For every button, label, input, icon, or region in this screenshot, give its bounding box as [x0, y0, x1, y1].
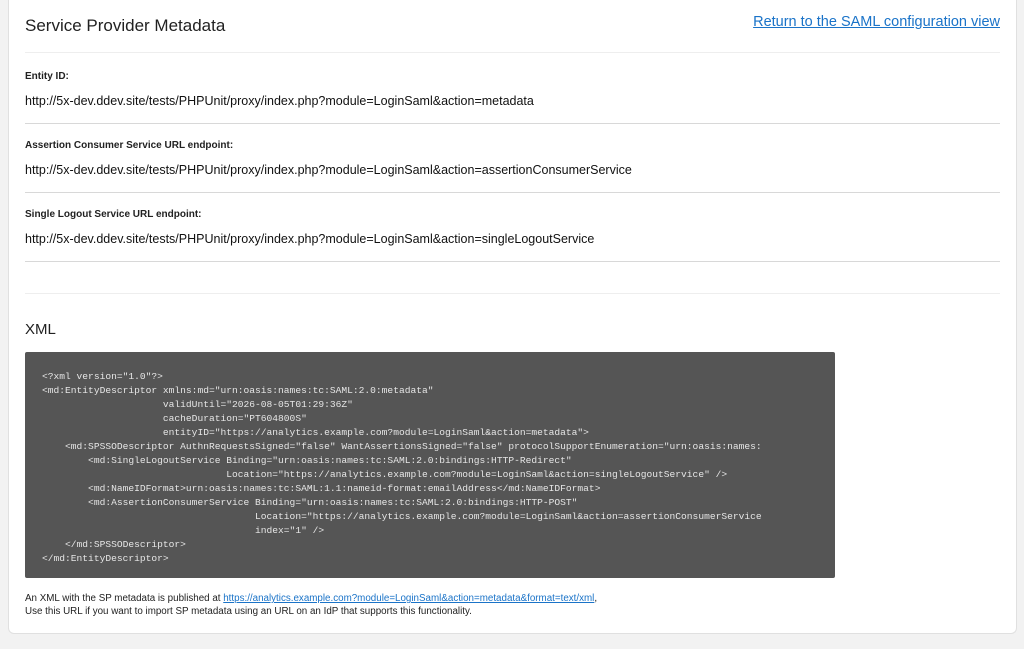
note-suffix: ,: [594, 593, 598, 604]
entity-id-field: Entity ID: http://5x-dev.ddev.site/tests…: [25, 52, 1000, 124]
metadata-card: Service Provider Metadata Return to the …: [8, 0, 1017, 634]
entity-id-value: http://5x-dev.ddev.site/tests/PHPUnit/pr…: [25, 94, 534, 108]
acs-endpoint-value: http://5x-dev.ddev.site/tests/PHPUnit/pr…: [25, 163, 632, 177]
metadata-xml-link[interactable]: https://analytics.example.com?module=Log…: [223, 593, 594, 604]
section-divider: [25, 293, 1000, 294]
note-line-2: Use this URL if you want to import SP me…: [25, 606, 472, 617]
acs-endpoint-label: Assertion Consumer Service URL endpoint:: [25, 140, 234, 151]
page-title: Service Provider Metadata: [25, 16, 226, 35]
entity-id-label: Entity ID:: [25, 71, 69, 82]
return-to-saml-config-link[interactable]: Return to the SAML configuration view: [753, 14, 1000, 30]
xml-section-title: XML: [25, 321, 56, 338]
slo-endpoint-field: Single Logout Service URL endpoint: http…: [25, 192, 1000, 262]
metadata-url-note: An XML with the SP metadata is published…: [25, 592, 597, 618]
xml-code-block[interactable]: <?xml version="1.0"?> <md:EntityDescript…: [25, 352, 835, 578]
card-header: Service Provider Metadata Return to the …: [25, 0, 1000, 53]
slo-endpoint-label: Single Logout Service URL endpoint:: [25, 209, 202, 220]
acs-endpoint-field: Assertion Consumer Service URL endpoint:…: [25, 123, 1000, 193]
note-prefix: An XML with the SP metadata is published…: [25, 593, 224, 604]
slo-endpoint-value: http://5x-dev.ddev.site/tests/PHPUnit/pr…: [25, 232, 595, 246]
xml-code-text: <?xml version="1.0"?> <md:EntityDescript…: [42, 371, 762, 564]
